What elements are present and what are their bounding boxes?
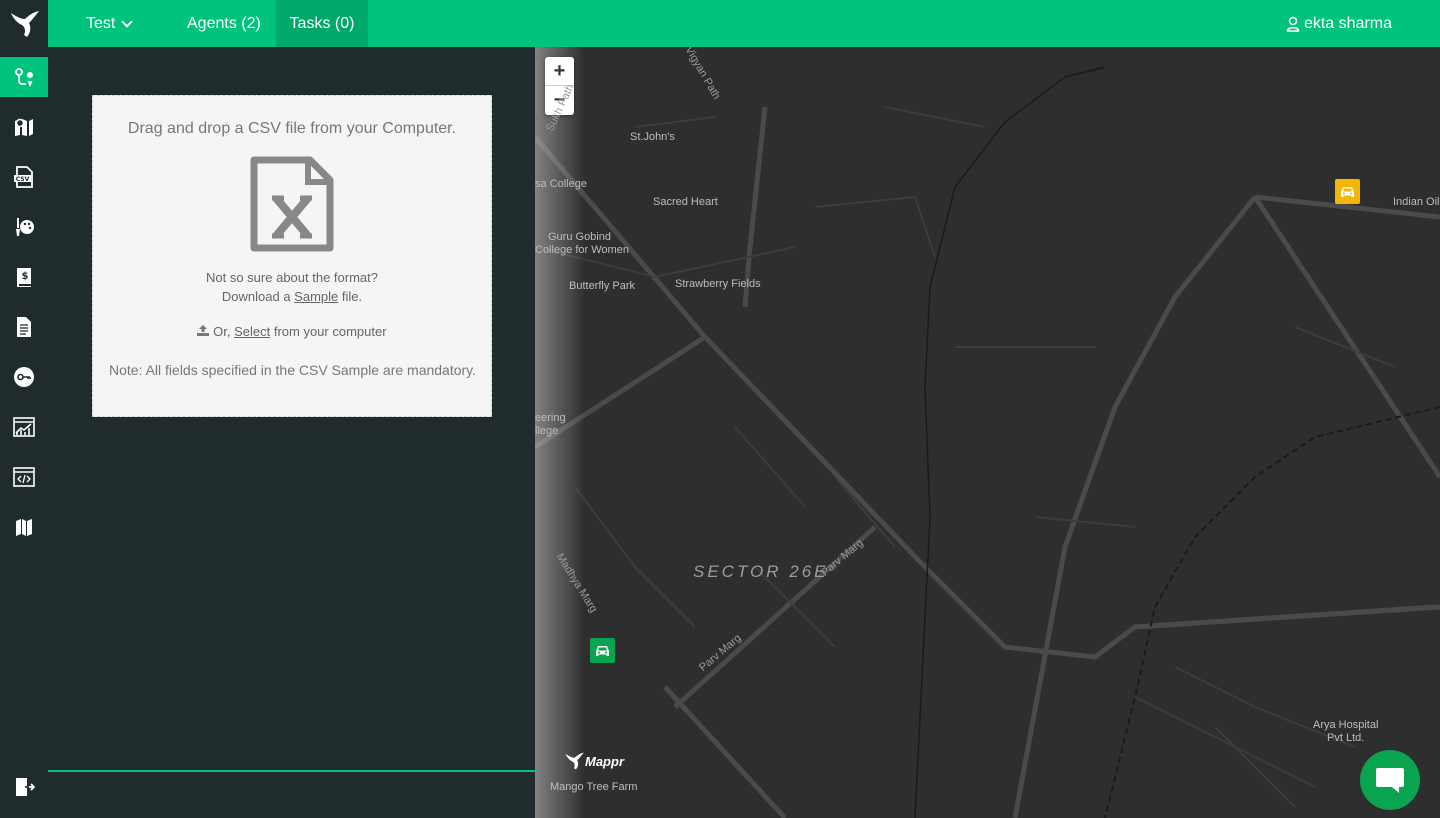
select-file-link[interactable]: Select xyxy=(234,324,270,339)
upload-icon xyxy=(197,325,210,336)
chat-bubble-icon xyxy=(1376,768,1404,793)
format-hint: Not so sure about the format? xyxy=(206,270,378,285)
map-label-sa-college: sa College xyxy=(535,178,587,190)
folded-map-icon xyxy=(16,519,32,536)
download-prefix: Download a xyxy=(221,289,291,304)
bird-logo-icon xyxy=(11,10,39,37)
map-pin-icon xyxy=(15,118,33,136)
csv-file-icon: CSV xyxy=(14,166,33,188)
sidebar-item-analytics[interactable] xyxy=(0,407,48,447)
top-navbar: Test Agents (2) Tasks (0) ekta sharma xyxy=(0,0,1440,47)
svg-text:CSV: CSV xyxy=(16,176,30,183)
dropzone-title: Drag and drop a CSV file from your Compu… xyxy=(127,120,457,137)
logout-icon xyxy=(16,778,35,796)
sidebar-item-geofence[interactable] xyxy=(0,107,48,147)
document-icon xyxy=(17,317,31,337)
sidebar-item-reports[interactable] xyxy=(0,307,48,347)
zoom-in-button[interactable]: + xyxy=(545,57,574,86)
map-label-sacred-heart: Sacred Heart xyxy=(653,196,718,208)
select-file-line: Or, Select from your computer xyxy=(93,324,491,339)
sidebar: CSV $ xyxy=(0,47,48,818)
sidebar-item-api-keys[interactable] xyxy=(0,357,48,397)
mandatory-fields-note: Note: All fields specified in the CSV Sa… xyxy=(109,362,477,378)
map-label-engineering-2: llege xyxy=(535,425,559,437)
bird-logo-icon xyxy=(565,752,584,770)
brand-logo[interactable] xyxy=(0,0,48,47)
chat-button[interactable] xyxy=(1360,750,1420,810)
tab-tasks[interactable]: Tasks (0) xyxy=(276,0,368,47)
car-icon xyxy=(596,645,609,656)
sidebar-item-map[interactable] xyxy=(0,507,48,547)
project-label: Test xyxy=(86,14,116,32)
download-sample-line: Download a Sample file. xyxy=(93,289,491,304)
map-label-mango-tree: Mango Tree Farm xyxy=(550,781,638,793)
map-roads xyxy=(535,47,1440,818)
agent-marker-green[interactable] xyxy=(590,638,615,663)
billing-book-icon: $ xyxy=(17,268,31,287)
map-label-strawberry-fields: Strawberry Fields xyxy=(675,278,761,290)
map-label-arya-1: Arya Hospital xyxy=(1313,719,1379,731)
project-dropdown[interactable]: Test xyxy=(86,0,134,47)
user-name: ekta sharma xyxy=(1303,14,1392,32)
excel-file-icon xyxy=(250,156,334,252)
sample-link[interactable]: Sample xyxy=(294,289,338,304)
tab-agents[interactable]: Agents (2) xyxy=(187,0,261,47)
mappr-brand: Mappr xyxy=(563,750,624,772)
svg-text:$: $ xyxy=(22,271,29,282)
map-label-stjohns: St.John's xyxy=(630,131,675,143)
car-icon xyxy=(1341,186,1354,197)
route-pin-icon xyxy=(15,68,34,87)
sidebar-item-billing[interactable]: $ xyxy=(0,257,48,297)
palette-brush-icon xyxy=(16,218,34,236)
user-icon xyxy=(1286,16,1300,32)
csv-dropzone[interactable]: Drag and drop a CSV file from your Compu… xyxy=(92,95,492,417)
agent-marker-yellow[interactable] xyxy=(1335,179,1360,204)
map-label-engineering-1: eering xyxy=(535,412,566,424)
user-menu[interactable]: ekta sharma xyxy=(1286,0,1392,47)
or-prefix: Or, xyxy=(213,324,231,339)
map-label-indian-oil: Indian Oil xyxy=(1393,196,1440,208)
sidebar-item-developer[interactable] xyxy=(0,457,48,497)
task-upload-panel: Drag and drop a CSV file from your Compu… xyxy=(48,47,535,818)
mappr-brand-text: Mappr xyxy=(585,753,624,769)
sidebar-item-theme[interactable] xyxy=(0,207,48,247)
chevron-down-icon xyxy=(121,15,134,28)
logout-button[interactable] xyxy=(0,767,48,807)
analytics-chart-icon xyxy=(13,417,35,437)
map-label-guru-gobind-2: College for Women xyxy=(535,244,629,256)
download-suffix: file. xyxy=(341,289,363,304)
sidebar-item-tasks[interactable] xyxy=(0,57,48,97)
sector-label: SECTOR 26E xyxy=(693,562,829,581)
map-label-guru-gobind-1: Guru Gobind xyxy=(548,231,611,243)
key-icon xyxy=(14,367,34,387)
select-suffix: from your computer xyxy=(273,324,387,339)
panel-divider xyxy=(48,770,535,772)
map-view[interactable]: + − St.John's Sacred Heart sa College Gu… xyxy=(535,47,1440,818)
code-window-icon xyxy=(13,467,35,487)
map-label-arya-2: Pvt Ltd. xyxy=(1327,732,1365,744)
sidebar-item-csv[interactable]: CSV xyxy=(0,157,48,197)
map-label-butterfly-park: Butterfly Park xyxy=(569,280,636,292)
